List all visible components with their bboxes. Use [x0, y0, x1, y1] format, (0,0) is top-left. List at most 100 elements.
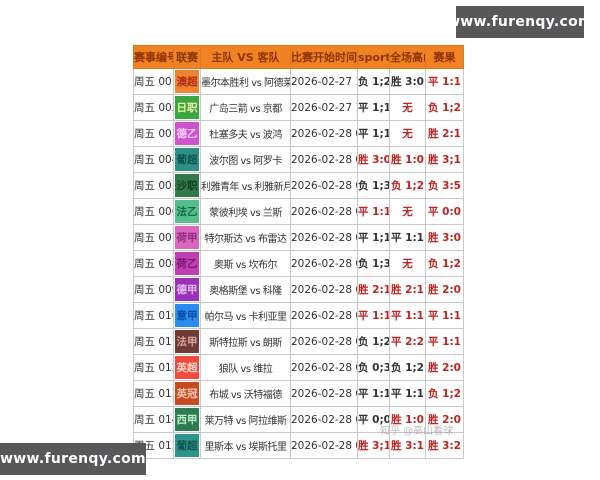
site-url-bottom: www.furenqy.com [0, 451, 146, 467]
match-id-cell: 周五 013 [134, 381, 174, 407]
league-cell: 德乙 [174, 121, 201, 147]
result-cell: 平 1:1 [426, 303, 464, 329]
site-banner-top: www.furenqy.com [456, 6, 584, 38]
start-time-cell: 2026-02-28 03:30 [291, 277, 358, 303]
table-row: 周五 002日职广岛三箭 vs 京都2026-02-27 18:00平 1;1无… [134, 95, 464, 121]
result-cell: 胜 2:0 [426, 407, 464, 433]
table-row: 周五 006法乙蒙彼利埃 vs 兰斯2026-02-28 03:00平 1:1无… [134, 199, 464, 225]
start-time-cell: 2026-02-28 04:00 [291, 381, 358, 407]
site-banner-bottom: www.furenqy.com [0, 443, 146, 475]
sport-prediction-cell: 负 1;3 [358, 251, 390, 277]
table-row: 周五 009德甲奥格斯堡 vs 科隆2026-02-28 03:30胜 2:1胜… [134, 277, 464, 303]
match-id-cell: 周五 005 [134, 173, 174, 199]
sport-prediction-cell: 平 1:1 [358, 381, 390, 407]
start-time-cell: 2026-02-28 03:00 [291, 251, 358, 277]
gaoshan-prediction-cell: 负 1;2 [390, 355, 426, 381]
league-cell: 葡超 [174, 433, 201, 459]
table-row: 周五 004葡超波尔图 vs 阿罗卡2026-02-28 02:45胜 3:0胜… [134, 147, 464, 173]
table-row: 周五 012英超狼队 vs 维拉2026-02-28 04:00负 0;3负 1… [134, 355, 464, 381]
gaoshan-prediction-cell: 无 [390, 199, 426, 225]
table-row: 周五 003德乙杜塞多夫 vs 波鸿2026-02-28 01:30平 1;1无… [134, 121, 464, 147]
gaoshan-prediction-cell: 胜 1:0 [390, 147, 426, 173]
start-time-cell: 2026-02-28 03:45 [291, 303, 358, 329]
gaoshan-prediction-cell: 无 [390, 95, 426, 121]
sport-prediction-cell: 胜 3:0 [358, 147, 390, 173]
table-row: 周五 005沙职利雅青年 vs 利雅新月2026-02-28 03:00负 1;… [134, 173, 464, 199]
gaoshan-prediction-cell: 胜 1:0 [390, 407, 426, 433]
sport-prediction-cell: 平 1;1 [358, 95, 390, 121]
result-cell: 胜 2:1 [426, 121, 464, 147]
league-badge: 法甲 [175, 330, 199, 353]
column-header-1: 联赛 [174, 46, 201, 69]
match-id-cell: 周五 009 [134, 277, 174, 303]
league-badge: 法乙 [175, 200, 199, 223]
result-cell: 负 1;2 [426, 95, 464, 121]
teams-cell: 奥斯 vs 坎布尔 [201, 251, 291, 277]
match-id-cell: 周五 008 [134, 251, 174, 277]
table-row: 周五 007荷甲特尔斯达 vs 布雷达2026-02-28 03:00平 1;1… [134, 225, 464, 251]
result-cell: 负 1;2 [426, 381, 464, 407]
teams-cell: 波尔图 vs 阿罗卡 [201, 147, 291, 173]
start-time-cell: 2026-02-28 01:30 [291, 121, 358, 147]
league-badge: 澳超 [175, 70, 199, 93]
match-id-cell: 周五 002 [134, 95, 174, 121]
result-cell: 平 1:1 [426, 329, 464, 355]
league-cell: 法甲 [174, 329, 201, 355]
match-id-cell: 周五 014 [134, 407, 174, 433]
match-id-cell: 周五 010 [134, 303, 174, 329]
league-cell: 澳超 [174, 69, 201, 95]
start-time-cell: 2026-02-27 16:35 [291, 69, 358, 95]
league-cell: 英冠 [174, 381, 201, 407]
gaoshan-prediction-cell: 负 1;2 [390, 173, 426, 199]
league-badge: 葡超 [175, 434, 199, 457]
start-time-cell: 2026-02-28 04:00 [291, 355, 358, 381]
league-cell: 荷甲 [174, 225, 201, 251]
teams-cell: 特尔斯达 vs 布雷达 [201, 225, 291, 251]
sport-prediction-cell: 胜 2:1 [358, 277, 390, 303]
column-header-0: 赛事编号 [134, 46, 174, 69]
table-row: 周五 015葡超里斯本 vs 埃斯托里2026-02-28 04:45胜 3;1… [134, 433, 464, 459]
teams-cell: 墨尔本胜利 vs 阿德莱德联 [201, 69, 291, 95]
gaoshan-prediction-cell: 胜 3:1 [390, 433, 426, 459]
result-cell: 胜 3;1 [426, 147, 464, 173]
teams-cell: 莱万特 vs 阿拉维斯 [201, 407, 291, 433]
start-time-cell: 2026-02-28 03:45 [291, 329, 358, 355]
sport-prediction-cell: 平 1;1 [358, 225, 390, 251]
result-cell: 平 0:0 [426, 199, 464, 225]
sport-prediction-cell: 平 1:1 [358, 303, 390, 329]
sport-prediction-cell: 平 1:1 [358, 199, 390, 225]
table-row: 周五 010意甲帕尔马 vs 卡利亚里2026-02-28 03:45平 1:1… [134, 303, 464, 329]
start-time-cell: 2026-02-28 03:00 [291, 225, 358, 251]
league-cell: 德甲 [174, 277, 201, 303]
league-cell: 葡超 [174, 147, 201, 173]
league-badge: 英冠 [175, 382, 199, 405]
start-time-cell: 2026-02-28 03:00 [291, 199, 358, 225]
column-header-3: 比赛开始时间 [291, 46, 358, 69]
table-row: 周五 013英冠布城 vs 沃特福德2026-02-28 04:00平 1:1平… [134, 381, 464, 407]
table-row: 周五 001澳超墨尔本胜利 vs 阿德莱德联2026-02-27 16:35负 … [134, 69, 464, 95]
result-cell: 胜 3:0 [426, 225, 464, 251]
site-url-top: www.furenqy.com [447, 14, 593, 30]
match-id-cell: 周五 007 [134, 225, 174, 251]
teams-cell: 杜塞多夫 vs 波鸿 [201, 121, 291, 147]
table-row: 周五 011法甲斯特拉斯 vs 朗斯2026-02-28 03:45负 1;2平… [134, 329, 464, 355]
start-time-cell: 2026-02-28 02:45 [291, 147, 358, 173]
match-id-cell: 周五 004 [134, 147, 174, 173]
header-row: 赛事编号联赛主队 VS 客队比赛开始时间sport全场高山赛果 [134, 46, 464, 69]
league-cell: 日职 [174, 95, 201, 121]
match-schedule-table: 赛事编号联赛主队 VS 客队比赛开始时间sport全场高山赛果 周五 001澳超… [133, 45, 464, 459]
gaoshan-prediction-cell: 平 1:1 [390, 303, 426, 329]
result-cell: 负 1;2 [426, 251, 464, 277]
gaoshan-prediction-cell: 无 [390, 121, 426, 147]
sport-prediction-cell: 负 1;2 [358, 69, 390, 95]
league-badge: 英超 [175, 356, 199, 379]
teams-cell: 奥格斯堡 vs 科隆 [201, 277, 291, 303]
gaoshan-prediction-cell: 胜 3:0 [390, 69, 426, 95]
teams-cell: 帕尔马 vs 卡利亚里 [201, 303, 291, 329]
table-body: 周五 001澳超墨尔本胜利 vs 阿德莱德联2026-02-27 16:35负 … [134, 69, 464, 459]
match-id-cell: 周五 003 [134, 121, 174, 147]
start-time-cell: 2026-02-27 18:00 [291, 95, 358, 121]
teams-cell: 利雅青年 vs 利雅新月 [201, 173, 291, 199]
league-badge: 德甲 [175, 278, 199, 301]
gaoshan-prediction-cell: 平 1:1 [390, 381, 426, 407]
